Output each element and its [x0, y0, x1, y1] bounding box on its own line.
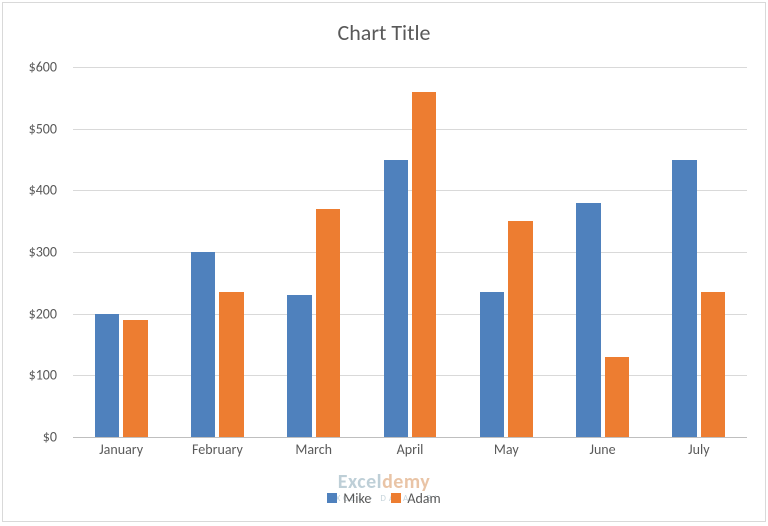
- bar-mike: [576, 203, 600, 437]
- bar-adam: [219, 292, 243, 437]
- bar-mike: [672, 160, 696, 438]
- x-tick-label: June: [589, 441, 615, 458]
- legend-label: Mike: [343, 490, 371, 507]
- bar-mike: [384, 160, 408, 438]
- legend-swatch: [327, 493, 337, 503]
- legend-label: Adam: [407, 490, 440, 507]
- x-tick-label: February: [192, 441, 243, 458]
- x-axis-labels: January February March April May June July: [73, 441, 747, 465]
- bars-layer: [73, 67, 747, 437]
- chart-title: Chart Title: [3, 3, 765, 51]
- plot-area: [73, 67, 747, 437]
- y-tick-label: $600: [3, 59, 57, 76]
- x-tick-label: May: [494, 441, 519, 458]
- y-tick-label: $500: [3, 120, 57, 137]
- bar-mike: [95, 314, 119, 437]
- x-tick-label: January: [99, 441, 143, 458]
- legend-item-mike: Mike: [327, 490, 371, 507]
- legend-swatch: [391, 493, 401, 503]
- y-tick-label: $100: [3, 367, 57, 384]
- bar-adam: [316, 209, 340, 437]
- y-axis-labels: $0$100$200$300$400$500$600: [3, 67, 65, 437]
- y-tick-label: $300: [3, 244, 57, 261]
- x-tick-label: July: [688, 441, 709, 458]
- bar-adam: [123, 320, 147, 437]
- bar-adam: [412, 92, 436, 437]
- chart-card: Chart Title $0 $100 $200 $300 $400 $500 $600 J…: [2, 2, 766, 522]
- x-tick-label: March: [295, 441, 332, 458]
- bar-adam: [605, 357, 629, 437]
- x-tick-label: April: [397, 441, 424, 458]
- bar-mike: [480, 292, 504, 437]
- gridline: [73, 437, 747, 438]
- bar-mike: [287, 295, 311, 437]
- y-tick-label: $0: [3, 429, 57, 446]
- y-tick-label: $400: [3, 182, 57, 199]
- legend-item-adam: Adam: [391, 490, 440, 507]
- bar-adam: [508, 221, 532, 437]
- y-tick-label: $200: [3, 305, 57, 322]
- bar-adam: [701, 292, 725, 437]
- legend: Mike Adam: [3, 490, 765, 508]
- bar-mike: [191, 252, 215, 437]
